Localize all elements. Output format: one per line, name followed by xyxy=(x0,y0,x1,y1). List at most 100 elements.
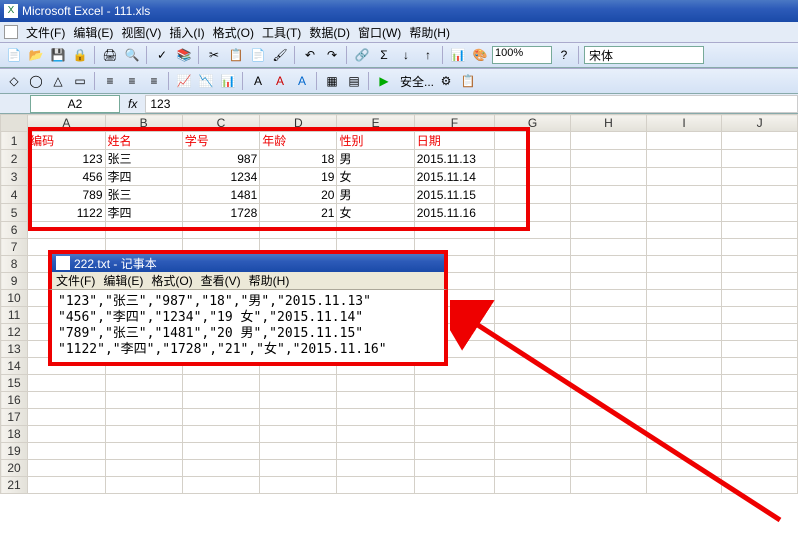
cell[interactable] xyxy=(337,375,414,392)
cell[interactable] xyxy=(28,409,105,426)
col-header[interactable]: G xyxy=(495,115,571,132)
print-button[interactable]: 🖨 xyxy=(100,45,120,65)
cell[interactable] xyxy=(571,204,647,222)
fx-icon[interactable]: fx xyxy=(128,97,137,111)
cell[interactable]: 李四 xyxy=(105,204,182,222)
cell[interactable] xyxy=(571,186,647,204)
cell[interactable] xyxy=(646,426,721,443)
col-header[interactable]: H xyxy=(571,115,647,132)
cell[interactable] xyxy=(414,375,494,392)
row-header[interactable]: 13 xyxy=(1,341,28,358)
col-header[interactable]: A xyxy=(28,115,105,132)
cell[interactable] xyxy=(646,341,721,358)
chart-button[interactable]: 📊 xyxy=(448,45,468,65)
cell[interactable] xyxy=(105,375,182,392)
cell[interactable] xyxy=(722,477,798,494)
cell[interactable] xyxy=(495,307,571,324)
cell[interactable]: 女 xyxy=(337,168,414,186)
cell[interactable] xyxy=(495,222,571,239)
cell[interactable] xyxy=(182,375,259,392)
cell[interactable]: 1481 xyxy=(182,186,259,204)
cell[interactable] xyxy=(414,392,494,409)
row-header[interactable]: 20 xyxy=(1,460,28,477)
cell[interactable] xyxy=(495,204,571,222)
cell[interactable] xyxy=(722,358,798,375)
spell-button[interactable]: ✓ xyxy=(152,45,172,65)
cell[interactable] xyxy=(571,132,647,150)
row-header[interactable]: 5 xyxy=(1,204,28,222)
copy-button[interactable]: 📋 xyxy=(226,45,246,65)
cell[interactable] xyxy=(105,409,182,426)
row-header[interactable]: 18 xyxy=(1,426,28,443)
cell[interactable] xyxy=(571,426,647,443)
font-select[interactable]: 宋体 xyxy=(584,46,704,64)
cell[interactable] xyxy=(646,132,721,150)
cell[interactable] xyxy=(414,426,494,443)
cell[interactable]: 2015.11.13 xyxy=(414,150,494,168)
cell[interactable] xyxy=(260,409,337,426)
menu-format[interactable]: 格式(O) xyxy=(213,24,254,41)
cell[interactable] xyxy=(337,477,414,494)
cell[interactable]: 21 xyxy=(260,204,337,222)
cell[interactable] xyxy=(182,392,259,409)
cell[interactable] xyxy=(646,443,721,460)
cell[interactable] xyxy=(722,222,798,239)
cell[interactable] xyxy=(105,460,182,477)
cell[interactable] xyxy=(646,186,721,204)
cell[interactable] xyxy=(722,375,798,392)
cell[interactable] xyxy=(182,409,259,426)
cell[interactable] xyxy=(260,460,337,477)
row-header[interactable]: 8 xyxy=(1,256,28,273)
sort-desc-button[interactable]: ↑ xyxy=(418,45,438,65)
row-header[interactable]: 9 xyxy=(1,273,28,290)
cell[interactable] xyxy=(495,358,571,375)
cell[interactable]: 18 xyxy=(260,150,337,168)
cell[interactable] xyxy=(646,256,721,273)
cell[interactable] xyxy=(414,460,494,477)
cell[interactable] xyxy=(495,186,571,204)
cell[interactable]: 年龄 xyxy=(260,132,337,150)
row-header[interactable]: 12 xyxy=(1,324,28,341)
row-header[interactable]: 1 xyxy=(1,132,28,150)
row-header[interactable]: 4 xyxy=(1,186,28,204)
cut-button[interactable]: ✂ xyxy=(204,45,224,65)
cell[interactable] xyxy=(337,460,414,477)
cell[interactable] xyxy=(722,460,798,477)
menu-insert[interactable]: 插入(I) xyxy=(169,24,204,41)
cell[interactable] xyxy=(571,150,647,168)
format-icon[interactable]: ▤ xyxy=(344,71,364,91)
cell[interactable] xyxy=(571,375,647,392)
cell[interactable] xyxy=(105,443,182,460)
cell[interactable] xyxy=(414,409,494,426)
row-header[interactable]: 11 xyxy=(1,307,28,324)
cell[interactable] xyxy=(571,477,647,494)
paste-button[interactable]: 📄 xyxy=(248,45,268,65)
cell[interactable] xyxy=(495,426,571,443)
cell[interactable]: 张三 xyxy=(105,186,182,204)
cell[interactable]: 男 xyxy=(337,186,414,204)
permission-button[interactable]: 🔒 xyxy=(70,45,90,65)
name-box[interactable]: A2 xyxy=(30,95,120,113)
cell[interactable]: 姓名 xyxy=(105,132,182,150)
cell[interactable] xyxy=(495,273,571,290)
np-menu-file[interactable]: 文件(F) xyxy=(56,272,95,289)
cell[interactable] xyxy=(646,358,721,375)
row-header[interactable]: 16 xyxy=(1,392,28,409)
cell[interactable] xyxy=(414,443,494,460)
drawing-button[interactable]: 🎨 xyxy=(470,45,490,65)
chart-icon[interactable]: 📈 xyxy=(174,71,194,91)
cell[interactable]: 1122 xyxy=(28,204,105,222)
np-menu-view[interactable]: 查看(V) xyxy=(201,272,241,289)
cell[interactable] xyxy=(646,222,721,239)
cell[interactable] xyxy=(495,477,571,494)
col-header[interactable]: I xyxy=(646,115,721,132)
cell[interactable] xyxy=(495,324,571,341)
cell[interactable] xyxy=(722,443,798,460)
research-button[interactable]: 📚 xyxy=(174,45,194,65)
cell[interactable] xyxy=(646,290,721,307)
cell[interactable]: 张三 xyxy=(105,150,182,168)
cell[interactable] xyxy=(495,168,571,186)
np-menu-format[interactable]: 格式(O) xyxy=(151,272,192,289)
cell[interactable]: 日期 xyxy=(414,132,494,150)
cell[interactable]: 2015.11.15 xyxy=(414,186,494,204)
